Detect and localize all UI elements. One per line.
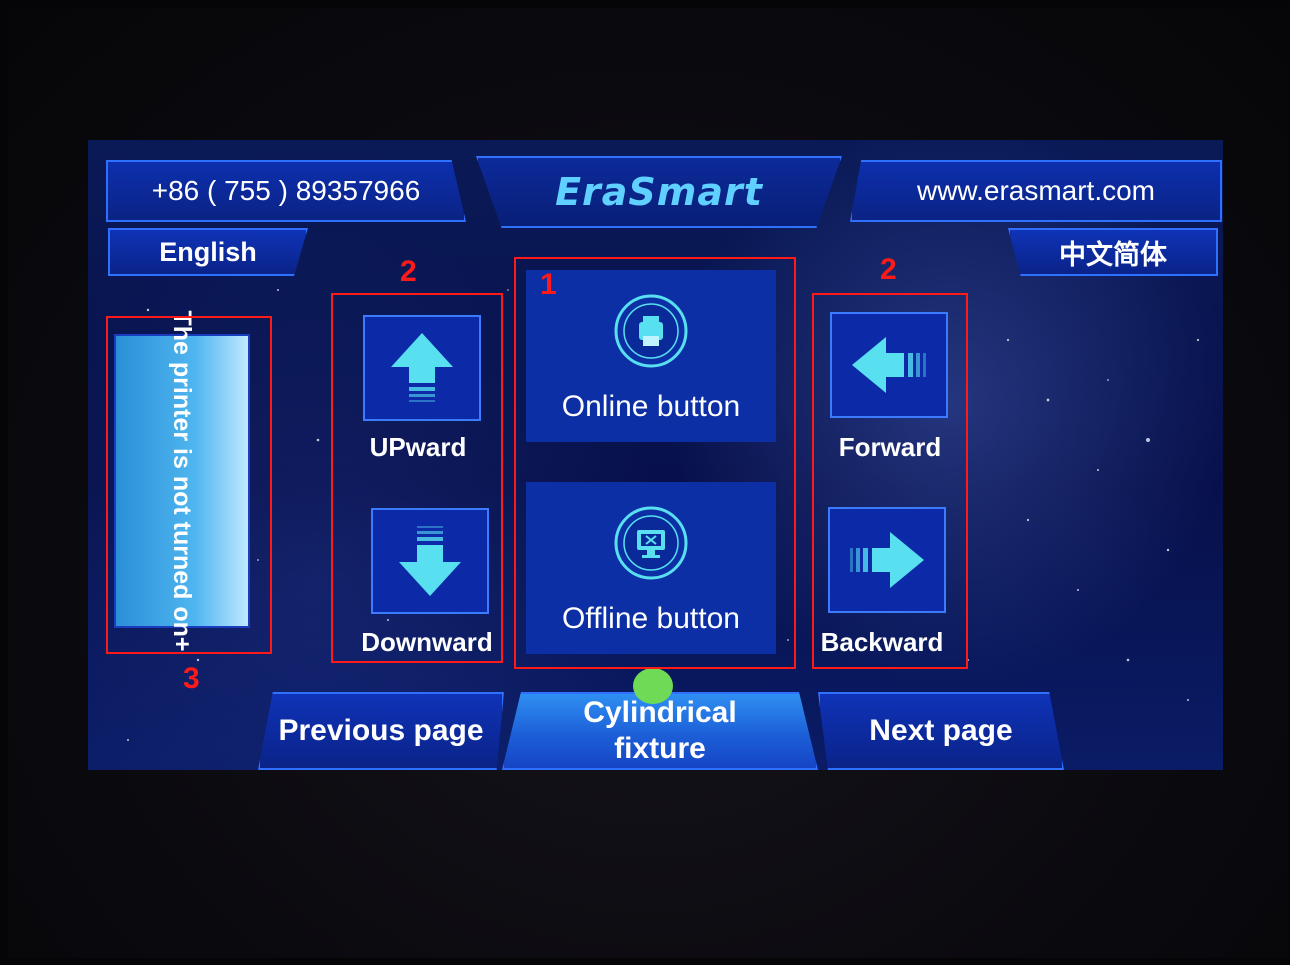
brand-text: EraSmart <box>555 170 763 214</box>
brand-logo: EraSmart <box>476 156 842 228</box>
cylindrical-fixture-label: Cylindrical fixture <box>583 696 737 765</box>
next-page-button[interactable]: Next page <box>818 692 1064 770</box>
website-url: www.erasmart.com <box>850 160 1222 222</box>
english-language-button[interactable]: English <box>108 228 308 276</box>
annotation-number-3: 3 <box>183 662 200 695</box>
annotation-box-2-right <box>812 293 968 669</box>
previous-page-label: Previous page <box>278 714 484 747</box>
annotation-number-2-right: 2 <box>880 253 897 286</box>
english-label: English <box>159 236 257 267</box>
annotation-box-2-left <box>331 293 503 663</box>
cylindrical-fixture-tab[interactable]: Cylindrical fixture <box>502 692 818 770</box>
annotation-box-1 <box>514 257 796 669</box>
chinese-language-button[interactable]: 中文简体 <box>1008 228 1218 276</box>
next-page-label: Next page <box>869 714 1013 747</box>
annotation-number-1: 1 <box>540 268 557 301</box>
annotation-box-3 <box>106 316 272 654</box>
website-text: www.erasmart.com <box>916 175 1156 206</box>
annotation-number-2-left: 2 <box>400 255 417 288</box>
chinese-label: 中文简体 <box>1059 239 1167 270</box>
status-led-indicator <box>633 668 673 704</box>
phone-text: +86 ( 755 ) 89357966 <box>151 175 421 206</box>
previous-page-button[interactable]: Previous page <box>258 692 504 770</box>
phone-number: +86 ( 755 ) 89357966 <box>106 160 466 222</box>
